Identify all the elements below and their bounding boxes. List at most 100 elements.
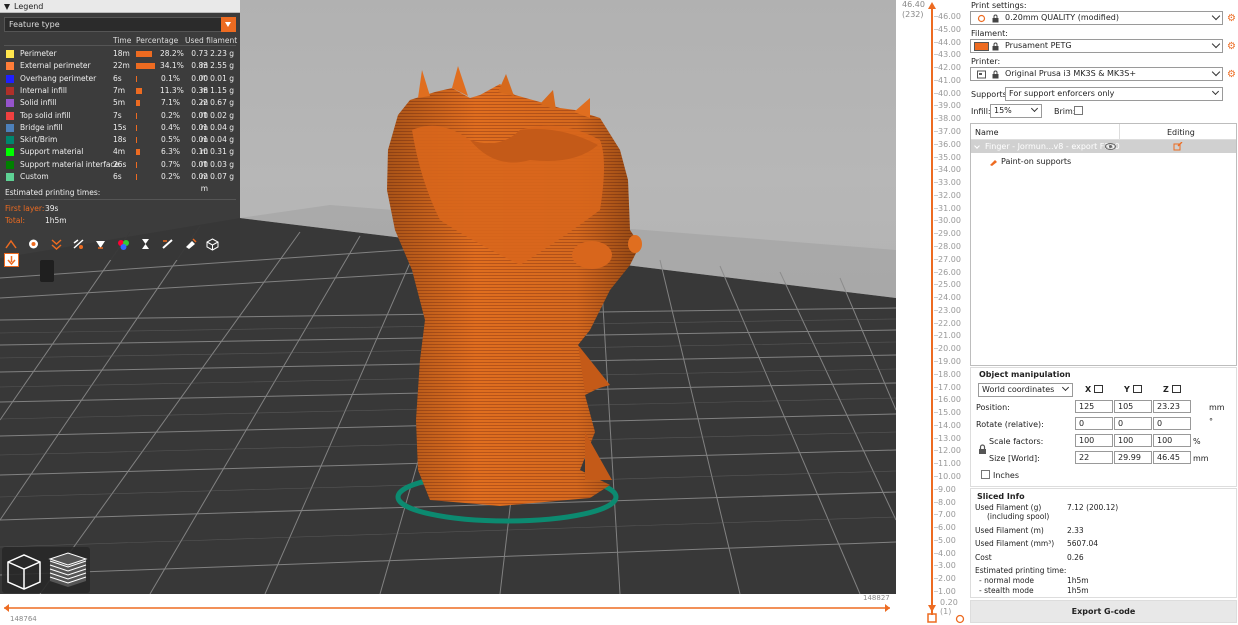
scale-lock-icon[interactable] [978,444,987,457]
vslider-tick-label: 41.00 [938,75,961,85]
color-changes-icon[interactable] [138,237,153,251]
brim-checkbox[interactable] [1074,106,1083,115]
legend-color-swatch [6,111,14,120]
print-settings-gear-icon[interactable]: ⚙ [1227,14,1236,24]
position-x-input[interactable]: 125 [1075,400,1113,413]
first-layer-value: 39s [45,204,59,213]
travel-icon[interactable] [4,237,19,251]
settings-cog-icon[interactable] [955,614,965,624]
legend-row[interactable]: Custom 6s 0.2% 0.02 m 0.07 g [0,171,240,193]
edit-icon[interactable] [1173,141,1183,153]
vslider-tick-label: 26.00 [938,267,961,277]
legend-row[interactable]: Solid infill 5m 7.1% 0.22 m 0.67 g [0,97,240,119]
pause-prints-icon[interactable] [160,237,175,251]
tool-marker-icon[interactable] [4,253,19,267]
inches-checkbox[interactable] [981,470,990,479]
feature-percentage: 28.2% [160,49,184,58]
vslider-bottom-handle-icon[interactable] [928,605,936,612]
feature-time: 18m [113,49,130,58]
legend-header[interactable]: Legend [0,0,240,13]
3d-viewport[interactable]: Legend Feature type Time Percentage Used… [0,0,896,594]
shells-icon[interactable] [205,237,220,251]
vslider-top-handle-icon[interactable] [928,2,936,9]
filament-label: Filament: [971,29,1008,38]
coordinates-combo[interactable]: World coordinates [978,383,1073,397]
collapse-triangle-icon[interactable] [4,3,10,10]
rotate-x-input[interactable]: 0 [1075,417,1113,430]
position-y-input[interactable]: 105 [1114,400,1152,413]
paint-on-supports-row[interactable]: Paint-on supports [971,155,1236,168]
object-row[interactable]: Finger - Jormun...v8 - export F360 [971,140,1236,153]
print-settings-combo[interactable]: 0.20mm QUALITY (modified) [970,11,1223,25]
expand-chevron-icon[interactable] [974,143,980,149]
feature-name: Perimeter [20,49,57,58]
custom-gcodes-icon[interactable] [183,237,198,251]
wipe-icon[interactable] [26,237,41,251]
filament-mm3-value: 5607.04 [1067,539,1099,548]
3d-view-cube-icon[interactable] [7,554,41,590]
lock-icon[interactable] [927,613,937,623]
eye-icon[interactable] [1105,143,1116,152]
deretractions-icon[interactable] [71,237,86,251]
filament-gear-icon[interactable]: ⚙ [1227,42,1236,52]
layers-view-cube-icon[interactable] [48,552,88,587]
axis-drop-icon[interactable] [1171,385,1181,393]
legend-row[interactable]: Perimeter 18m 28.2% 0.73 m 2.23 g [0,48,240,70]
axis-x: X [1085,385,1104,394]
axis-drop-icon[interactable] [1132,385,1142,393]
printer-combo[interactable]: Original Prusa i3 MK3S & MK3S+ [970,67,1223,81]
export-gcode-button[interactable]: Export G-code [970,600,1237,623]
feature-percentage: 0.2% [160,172,180,181]
slider-left-handle-icon[interactable] [4,604,9,612]
vslider-tick-label: 18.00 [938,369,961,379]
rotate-z-input[interactable]: 0 [1153,417,1191,430]
vertical-layer-slider[interactable]: 46.40 (232) 46.00 45.00 44.00 43.00 42.00 41.… [896,0,968,625]
scale-y-input[interactable]: 100 [1114,434,1152,447]
axis-drop-icon[interactable] [1094,385,1104,393]
filament-combo[interactable]: Prusament PETG [970,39,1223,53]
col-time: Time [113,36,132,45]
legend-color-swatch [6,173,14,181]
tool-changes-icon[interactable] [116,237,131,251]
legend-row[interactable]: Bridge infill 15s 0.4% 0.01 m 0.04 g [0,122,240,144]
total-label: Total: [5,216,26,225]
total-value: 1h5m [45,216,67,225]
printer-icon [977,70,986,79]
feature-time: 7m [113,85,126,95]
feature-name: Bridge infill [20,122,63,132]
scale-z-input[interactable]: 100 [1153,434,1191,447]
scale-x-input[interactable]: 100 [1075,434,1113,447]
legend-row[interactable]: Internal infill 7m 11.3% 0.38 m 1.15 g [0,85,240,107]
size-z-input[interactable]: 46.45 [1153,451,1191,464]
size-x-input[interactable]: 22 [1075,451,1113,464]
legend-row[interactable]: Skirt/Brim 18s 0.5% 0.01 m 0.04 g [0,134,240,156]
feature-grams: 2.55 g [210,61,234,71]
filament-color-swatch[interactable] [974,42,989,51]
size-y-input[interactable]: 29.99 [1114,451,1152,464]
legend-row[interactable]: External perimeter 22m 34.1% 0.83 m 2.55 g [0,60,240,82]
vslider-tick-label: 19.00 [938,357,961,366]
supports-combo[interactable]: For support enforcers only [1005,87,1223,101]
cost-value: 0.26 [1067,553,1084,562]
feature-percentage: 7.1% [160,98,180,108]
legend-row[interactable]: Support material interface 26s 0.7% 0.01 m0… [0,159,240,181]
feature-percentage: 0.7% [160,159,180,169]
printer-value: Original Prusa i3 MK3S & MK3S+ [1005,69,1137,78]
percentage-bar [136,137,137,144]
feature-time: 5m [113,98,126,108]
legend-row[interactable]: Support material 4m 6.3% 0.10 m 0.31 g [0,146,240,168]
printer-gear-icon[interactable]: ⚙ [1227,70,1236,80]
slider-right-handle-icon[interactable] [885,604,890,612]
view-type-select[interactable]: Feature type [4,17,236,32]
seams-icon[interactable] [93,237,108,251]
infill-combo[interactable]: 15% [990,104,1042,118]
retractions-icon[interactable] [49,237,64,251]
horizontal-slider[interactable]: 148764 148827 [0,594,896,625]
legend-row[interactable]: Top solid infill 7s 0.2% 0.01 m 0.02 g [0,110,240,132]
rotate-y-input[interactable]: 0 [1114,417,1152,430]
position-z-input[interactable]: 23.23 [1153,400,1191,413]
legend-color-swatch [6,86,14,95]
legend-row[interactable]: Overhang perimeter 6s 0.1% 0.00 m 0.01 g [0,73,240,95]
dropdown-arrow-icon[interactable] [221,17,236,32]
filament-g-value: 7.12 (200.12) [1067,503,1119,512]
